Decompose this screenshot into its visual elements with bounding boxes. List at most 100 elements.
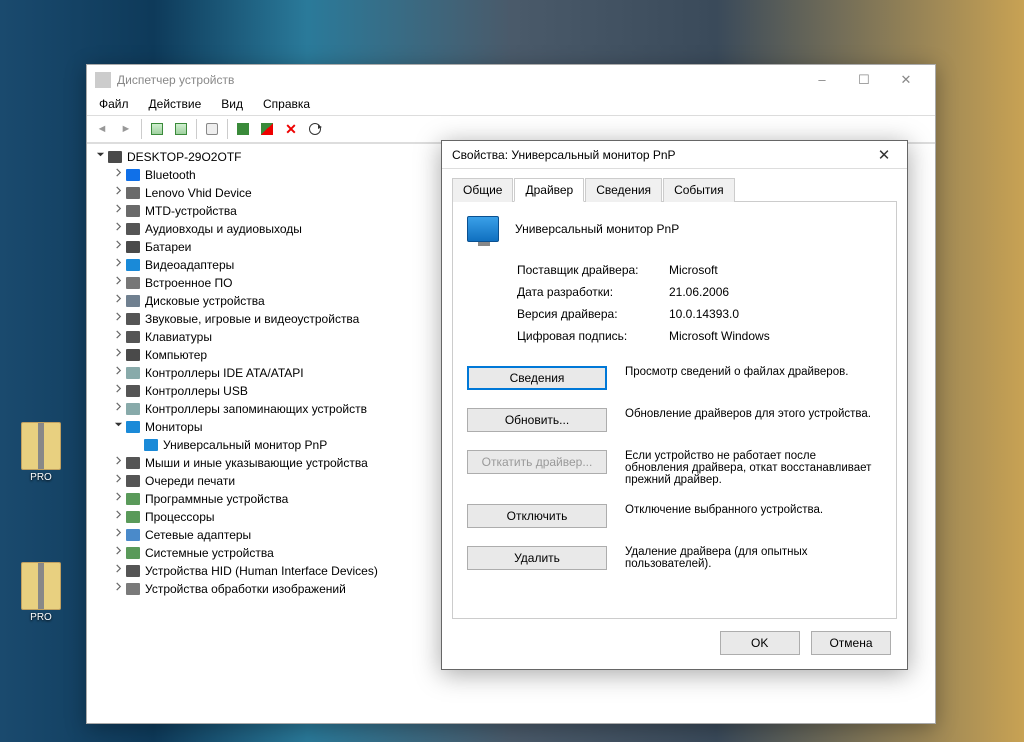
tree-label: Мониторы [145, 418, 202, 436]
properties-dialog: Свойства: Универсальный монитор PnP ✕ Об… [441, 140, 908, 670]
uninstall-button[interactable]: ✕ [280, 118, 302, 140]
tabs: Общие Драйвер Сведения События [442, 169, 907, 201]
tab-driver[interactable]: Драйвер [514, 178, 584, 202]
button-description: Если устройство не работает после обновл… [625, 450, 882, 486]
close-button[interactable]: ✕ [885, 67, 927, 93]
menu-help[interactable]: Справка [259, 95, 314, 115]
driver-info-table: Поставщик драйвера:Microsoft Дата разраб… [515, 258, 778, 348]
menu-action[interactable]: Действие [145, 95, 206, 115]
zip-folder-icon [21, 422, 61, 470]
tree-label: DESKTOP-29O2OTF [127, 148, 241, 166]
app-icon [95, 72, 111, 88]
pc-icon [107, 149, 123, 165]
button-description: Отключение выбранного устройства. [625, 504, 882, 516]
info-value: Microsoft [669, 260, 776, 280]
print-icon [125, 473, 141, 489]
tab-events[interactable]: События [663, 178, 735, 202]
dialog-close-button[interactable]: ✕ [871, 146, 897, 164]
driver-action-button[interactable]: Обновить... [467, 408, 607, 432]
update-driver-button[interactable] [304, 118, 326, 140]
tree-label: Батареи [145, 238, 191, 256]
ide-icon [125, 365, 141, 381]
zip-folder-icon [21, 562, 61, 610]
show-hide-tree-button[interactable] [146, 118, 168, 140]
ok-button[interactable]: OK [720, 631, 800, 655]
button-description: Удаление драйвера (для опытных пользоват… [625, 546, 882, 570]
scan-hardware-button[interactable] [232, 118, 254, 140]
kb-icon [125, 329, 141, 345]
menu-file[interactable]: Файл [95, 95, 133, 115]
usb-icon [125, 383, 141, 399]
pc-icon [125, 347, 141, 363]
tree-label: Компьютер [145, 346, 207, 364]
help-button[interactable] [201, 118, 223, 140]
tree-label: MTD-устройства [145, 202, 237, 220]
sys-icon [125, 545, 141, 561]
tree-label: Очереди печати [145, 472, 235, 490]
cancel-button[interactable]: Отмена [811, 631, 891, 655]
monitor-icon [125, 419, 141, 435]
desktop-icon-label: PRO [30, 472, 52, 483]
tree-label: Видеоадаптеры [145, 256, 234, 274]
sw-icon [125, 491, 141, 507]
window-title: Диспетчер устройств [117, 73, 234, 87]
tree-label: Клавиатуры [145, 328, 212, 346]
desktop-icon[interactable]: PRO [14, 562, 68, 623]
img-icon [125, 581, 141, 597]
storage-icon [125, 401, 141, 417]
info-key: Поставщик драйвера: [517, 260, 667, 280]
tree-label: Системные устройства [145, 544, 274, 562]
properties-button[interactable] [170, 118, 192, 140]
driver-action-button: Откатить драйвер... [467, 450, 607, 474]
tree-label: Устройства HID (Human Interface Devices) [145, 562, 378, 580]
tree-label: Устройства обработки изображений [145, 580, 346, 598]
minimize-button[interactable]: – [801, 67, 843, 93]
desktop-icon[interactable]: PRO [14, 422, 68, 483]
tree-label: Bluetooth [145, 166, 196, 184]
info-key: Дата разработки: [517, 282, 667, 302]
titlebar[interactable]: Диспетчер устройств – ☐ ✕ [87, 65, 935, 95]
mouse-icon [125, 455, 141, 471]
tree-label: Универсальный монитор PnP [163, 436, 327, 454]
maximize-button[interactable]: ☐ [843, 67, 885, 93]
tab-general[interactable]: Общие [452, 178, 513, 202]
tree-label: Контроллеры запоминающих устройств [145, 400, 367, 418]
tree-label: Звуковые, игровые и видеоустройства [145, 310, 359, 328]
button-description: Обновление драйверов для этого устройств… [625, 408, 882, 420]
net-icon [125, 527, 141, 543]
info-key: Цифровая подпись: [517, 326, 667, 346]
monitor-icon [143, 437, 159, 453]
tab-page-driver: Универсальный монитор PnP Поставщик драй… [452, 201, 897, 619]
driver-action-button[interactable]: Удалить [467, 546, 607, 570]
desktop-icon-label: PRO [30, 612, 52, 623]
tree-label: Сетевые адаптеры [145, 526, 251, 544]
nav-back-button: ◄ [91, 118, 113, 140]
tree-label: Аудиовходы и аудиовыходы [145, 220, 302, 238]
audio-icon [125, 311, 141, 327]
info-value: 21.06.2006 [669, 282, 776, 302]
tree-label: Встроенное ПО [145, 274, 232, 292]
menu-view[interactable]: Вид [217, 95, 247, 115]
driver-action-button[interactable]: Отключить [467, 504, 607, 528]
tree-label: Контроллеры IDE ATA/ATAPI [145, 364, 304, 382]
bt-icon [125, 167, 141, 183]
dialog-title: Свойства: Универсальный монитор PnP [452, 148, 676, 162]
tab-details[interactable]: Сведения [585, 178, 662, 202]
add-legacy-button[interactable] [256, 118, 278, 140]
toolbar: ◄ ► ✕ [87, 115, 935, 143]
battery-icon [125, 239, 141, 255]
info-value: Microsoft Windows [669, 326, 776, 346]
driver-action-button[interactable]: Сведения [467, 366, 607, 390]
dialog-titlebar[interactable]: Свойства: Универсальный монитор PnP ✕ [442, 141, 907, 169]
disk-icon [125, 293, 141, 309]
tree-label: Процессоры [145, 508, 215, 526]
nav-forward-button: ► [115, 118, 137, 140]
info-value: 10.0.14393.0 [669, 304, 776, 324]
tree-label: Дисковые устройства [145, 292, 265, 310]
display-icon [125, 257, 141, 273]
button-description: Просмотр сведений о файлах драйверов. [625, 366, 882, 378]
tree-label: Программные устройства [145, 490, 288, 508]
cpu-icon [125, 509, 141, 525]
tree-label: Lenovo Vhid Device [145, 184, 252, 202]
dev-icon [125, 185, 141, 201]
